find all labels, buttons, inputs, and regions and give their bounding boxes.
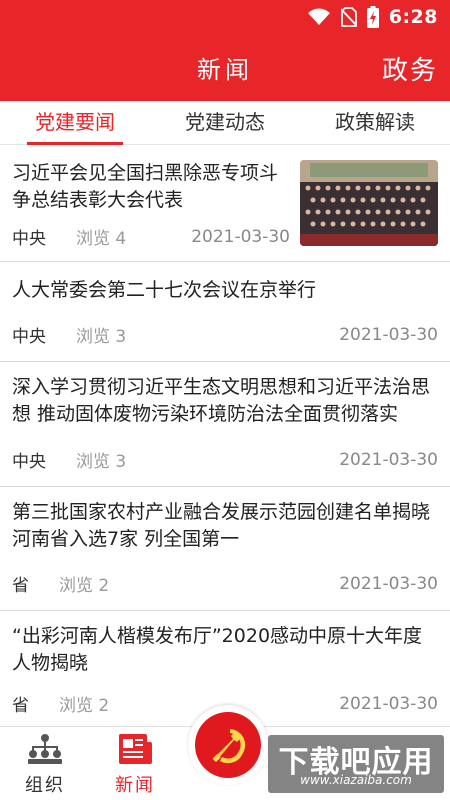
news-source: 省 (12, 696, 29, 716)
news-source: 中央 (12, 452, 46, 472)
news-source: 省 (12, 576, 29, 596)
status-bar: 6:28 (0, 0, 450, 34)
news-item[interactable]: 人大常委会第二十七次会议在京举行 中央 浏览 3 2021-03-30 (0, 262, 450, 362)
nav-item-news[interactable]: 新闻 (90, 733, 180, 797)
news-date: 2021-03-30 (191, 226, 290, 247)
news-list: 习近平会见全国扫黑除恶专项斗争总结表彰大会代表 中央 浏览 4 2021-03-… (0, 146, 450, 726)
news-source: 中央 (12, 327, 46, 347)
no-sim-icon (340, 7, 357, 27)
nav-label: 新闻 (115, 775, 155, 796)
news-date: 2021-03-30 (339, 324, 438, 345)
watermark-url: www.xiazaiba.com (300, 773, 412, 787)
news-date: 2021-03-30 (339, 449, 438, 470)
news-meta: 中央 浏览 3 2021-03-30 (12, 322, 438, 348)
news-date: 2021-03-30 (339, 573, 438, 594)
news-views: 浏览 2 (59, 576, 110, 596)
news-title: 人大常委会第二十七次会议在京举行 (12, 279, 317, 301)
news-title: 第三批国家农村产业融合发展示范园创建名单揭晓 河南省入选7家 列全国第一 (12, 501, 431, 550)
party-center-button[interactable] (188, 705, 268, 785)
news-thumbnail (300, 160, 438, 246)
news-date: 2021-03-30 (339, 693, 438, 714)
party-emblem-icon (212, 729, 246, 764)
newspaper-icon (119, 734, 152, 764)
news-item[interactable]: 习近平会见全国扫黑除恶专项斗争总结表彰大会代表 中央 浏览 4 2021-03-… (0, 146, 450, 262)
news-views: 浏览 3 (76, 452, 127, 472)
tab-party-news[interactable]: 党建要闻 (0, 101, 150, 145)
category-tabs: 党建要闻 党建动态 政策解读 (0, 101, 450, 145)
news-source: 中央 (12, 229, 46, 249)
nav-item-organization[interactable]: 组织 (0, 733, 90, 797)
nav-label: 组织 (25, 775, 65, 796)
org-chart-icon (28, 734, 62, 764)
status-time: 6:28 (388, 6, 438, 28)
wifi-icon (307, 8, 330, 25)
news-title: “出彩河南人楷模发布厅”2020感动中原十大年度人物揭晓 (12, 625, 423, 674)
news-views: 浏览 3 (76, 327, 127, 347)
gov-affairs-link[interactable]: 政务 (382, 50, 438, 87)
news-views: 浏览 2 (59, 696, 110, 716)
news-meta: 中央 浏览 4 2021-03-30 (12, 224, 290, 250)
tab-policy-interpretation[interactable]: 政策解读 (300, 101, 450, 144)
battery-charging-icon (366, 6, 379, 28)
news-meta: 中央 浏览 3 2021-03-30 (12, 447, 438, 473)
news-views: 浏览 4 (76, 229, 127, 249)
news-item[interactable]: 深入学习贯彻习近平生态文明思想和习近平法治思想 推动固体废物污染环境防治法全面贯… (0, 362, 450, 487)
news-meta: 省 浏览 2 2021-03-30 (12, 571, 438, 597)
news-title: 习近平会见全国扫黑除恶专项斗争总结表彰大会代表 (12, 162, 279, 211)
tab-party-dynamics[interactable]: 党建动态 (150, 101, 300, 144)
news-title: 深入学习贯彻习近平生态文明思想和习近平法治思想 推动固体废物污染环境防治法全面贯… (12, 376, 431, 425)
site-watermark: 下载吧应用 www.xiazaiba.com (268, 735, 444, 793)
news-item[interactable]: 第三批国家农村产业融合发展示范园创建名单揭晓 河南省入选7家 列全国第一 省 浏… (0, 487, 450, 611)
